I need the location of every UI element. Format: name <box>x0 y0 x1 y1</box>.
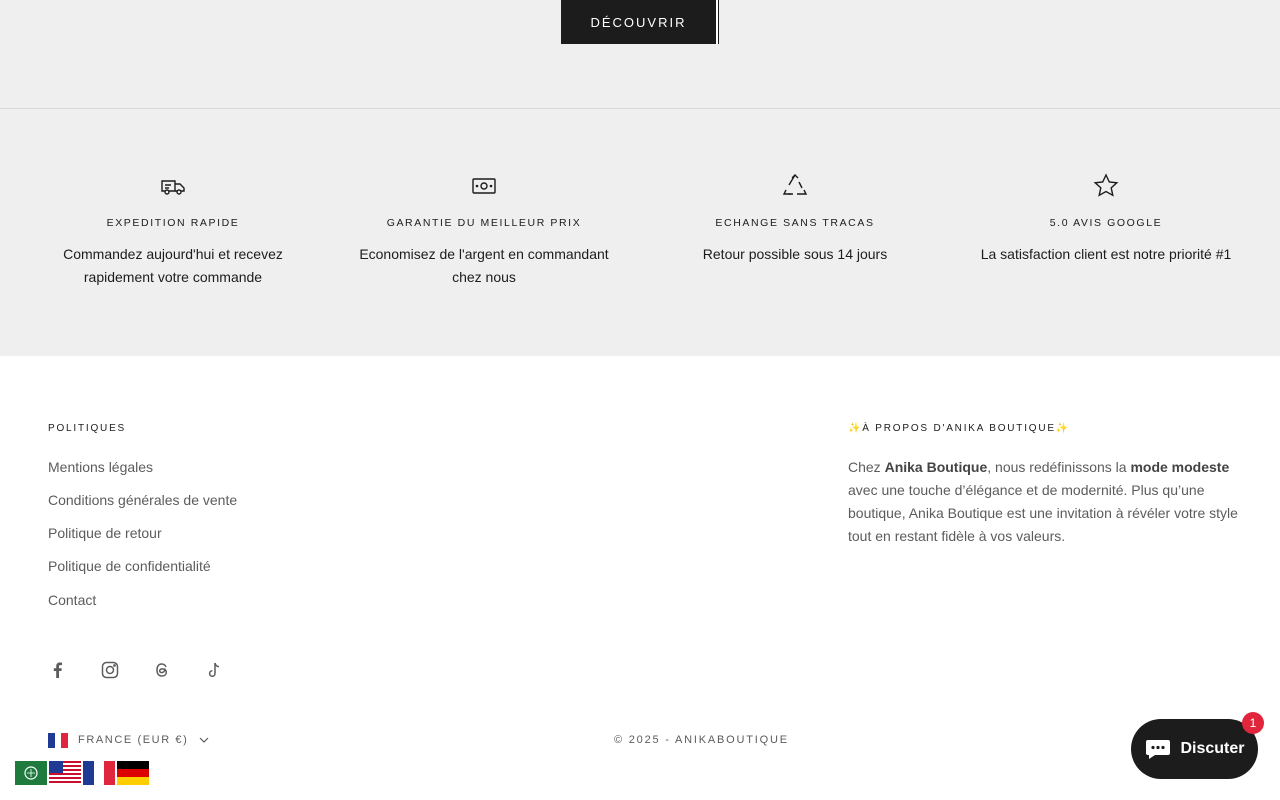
threads-icon[interactable] <box>152 660 172 680</box>
arabic-flag-icon[interactable] <box>15 761 47 785</box>
hero-section: DÉCOUVRIR <box>0 0 1280 109</box>
feature-item: EXPEDITION RAPIDE Commandez aujourd'hui … <box>43 173 303 289</box>
chat-button[interactable]: Discuter <box>1131 719 1258 779</box>
country-label: FRANCE (EUR €) <box>78 734 189 746</box>
features-section: EXPEDITION RAPIDE Commandez aujourd'hui … <box>0 109 1280 356</box>
france-flag-icon <box>48 732 69 748</box>
recycle-icon <box>782 174 808 195</box>
feature-title: EXPEDITION RAPIDE <box>106 217 240 229</box>
facebook-icon[interactable] <box>48 660 68 680</box>
copyright: © 2025 - ANIKABOUTIQUE <box>614 734 789 746</box>
footer: POLITIQUES Mentions légales Conditions g… <box>0 356 1280 800</box>
policy-link-mentions[interactable]: Mentions légales <box>48 459 153 475</box>
language-switcher <box>15 761 149 785</box>
feature-item: ECHANGE SANS TRACAS Retour possible sous… <box>665 173 925 266</box>
country-selector[interactable]: FRANCE (EUR €) <box>48 731 210 749</box>
policy-link-cgv[interactable]: Conditions générales de vente <box>48 492 237 508</box>
french-flag-icon[interactable] <box>83 761 115 785</box>
banknote-icon <box>472 178 496 194</box>
policy-link-retour[interactable]: Politique de retour <box>48 525 162 541</box>
tiktok-icon[interactable] <box>204 660 224 680</box>
feature-title: 5.0 AVIS GOOGLE <box>1049 217 1163 229</box>
feature-title: ECHANGE SANS TRACAS <box>715 217 875 229</box>
discover-button[interactable]: DÉCOUVRIR <box>561 0 718 44</box>
feature-item: GARANTIE DU MEILLEUR PRIX Economisez de … <box>354 173 614 289</box>
policies-title: POLITIQUES <box>48 423 127 434</box>
policy-link-confidentialite[interactable]: Politique de confidentialité <box>48 558 211 574</box>
chat-notification-badge: 1 <box>1242 712 1264 734</box>
feature-item: 5.0 AVIS GOOGLE La satisfaction client e… <box>976 173 1236 266</box>
english-flag-icon[interactable] <box>49 761 81 785</box>
feature-description: Commandez aujourd'hui et recevez rapideme… <box>63 246 283 285</box>
chat-label: Discuter <box>1180 740 1245 757</box>
star-icon <box>1093 173 1119 197</box>
feature-description: Retour possible sous 14 jours <box>702 246 888 262</box>
policy-link-contact[interactable]: Contact <box>48 592 96 608</box>
about-text: Chez Anika Boutique, nous redéfinissons … <box>848 459 1238 544</box>
chevron-down-icon <box>199 737 209 743</box>
instagram-icon[interactable] <box>100 660 120 680</box>
german-flag-icon[interactable] <box>117 761 149 785</box>
truck-icon <box>161 180 185 195</box>
feature-description: Economisez de l'argent en commandant chez… <box>359 246 609 285</box>
chat-bubble-icon <box>1146 740 1171 759</box>
feature-title: GARANTIE DU MEILLEUR PRIX <box>386 217 582 229</box>
about-title: ✨À PROPOS D'ANIKA BOUTIQUE✨ <box>848 423 1071 434</box>
feature-description: La satisfaction client est notre priorit… <box>980 246 1232 262</box>
